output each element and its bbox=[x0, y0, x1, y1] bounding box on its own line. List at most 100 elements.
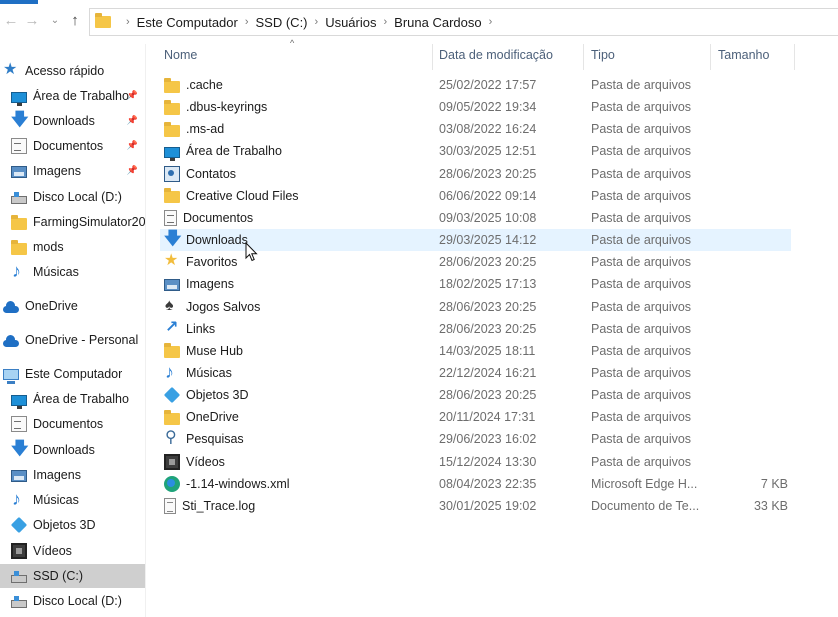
sidebar-item[interactable]: SSD (C:) bbox=[0, 564, 145, 588]
file-name: Contatos bbox=[186, 166, 237, 181]
mouse-cursor-icon bbox=[245, 242, 258, 262]
breadcrumb-ssd[interactable]: SSD (C:) bbox=[256, 15, 308, 30]
chevron-right-icon[interactable]: › bbox=[245, 16, 249, 28]
file-type: Pasta de arquivos bbox=[591, 100, 692, 115]
file-name-cell: Objetos 3D bbox=[163, 384, 249, 406]
file-type: Pasta de arquivos bbox=[591, 233, 692, 248]
column-divider[interactable] bbox=[432, 44, 433, 70]
sidebar-item-label: Vídeos bbox=[33, 544, 72, 558]
column-divider[interactable] bbox=[583, 44, 584, 70]
file-type: Microsoft Edge H... bbox=[591, 476, 698, 491]
file-type: Pasta de arquivos bbox=[591, 122, 692, 137]
sidebar-item[interactable]: Área de Trabalho 📌 bbox=[0, 84, 145, 108]
sidebar-item[interactable]: Imagens 📌 bbox=[0, 159, 145, 183]
file-row[interactable]: Objetos 3D 28/06/2023 20:25 Pasta de arqui… bbox=[160, 384, 791, 406]
chevron-right-icon[interactable]: › bbox=[489, 16, 493, 28]
sidebar-item[interactable]: Objetos 3D bbox=[0, 513, 145, 537]
sidebar-item[interactable]: Downloads 📌 bbox=[0, 109, 145, 133]
file-row[interactable]: Pesquisas 29/06/2023 16:02 Pasta de arquiv… bbox=[160, 428, 791, 450]
address-bar[interactable]: › Este Computador › SSD (C:) › Usuários … bbox=[89, 8, 838, 36]
file-row[interactable]: Creative Cloud Files 06/06/2022 09:14 Past… bbox=[160, 185, 791, 207]
sidebar-item[interactable]: Este Computador bbox=[0, 362, 145, 386]
file-row[interactable]: Área de Trabalho 30/03/2025 12:51 Pasta de… bbox=[160, 140, 791, 162]
file-date: 18/02/2025 17:13 bbox=[439, 277, 537, 292]
file-row[interactable]: Imagens 18/02/2025 17:13 Pasta de arquivos bbox=[160, 273, 791, 295]
file-date: 25/02/2022 17:57 bbox=[439, 78, 537, 92]
back-arrow-icon[interactable]: ← bbox=[2, 12, 20, 30]
recent-locations-chevron-icon[interactable]: ⌄ bbox=[46, 12, 64, 30]
folder-icon bbox=[164, 409, 180, 425]
column-name[interactable]: Nome bbox=[160, 44, 197, 66]
images-icon bbox=[11, 166, 27, 178]
file-row[interactable]: Vídeos 15/12/2024 13:30 Pasta de arquivos bbox=[160, 451, 791, 473]
sidebar-item[interactable]: FarmingSimulator20 bbox=[0, 210, 145, 234]
file-date: 29/06/2023 16:02 bbox=[439, 432, 537, 447]
column-date-modified[interactable]: Data de modificação bbox=[435, 44, 553, 66]
breadcrumb-usuarios[interactable]: Usuários bbox=[325, 15, 376, 30]
chevron-right-icon[interactable]: › bbox=[315, 16, 319, 28]
breadcrumb-user-folder[interactable]: Bruna Cardoso bbox=[394, 15, 481, 30]
up-arrow-icon[interactable]: ↑ bbox=[66, 12, 84, 30]
sidebar-item[interactable]: Vídeos bbox=[0, 539, 145, 563]
column-divider[interactable] bbox=[794, 44, 795, 70]
sidebar-item[interactable]: Músicas bbox=[0, 488, 145, 512]
file-size: 33 KB bbox=[753, 498, 788, 513]
column-divider[interactable] bbox=[710, 44, 711, 70]
sidebar-item[interactable]: OneDrive bbox=[0, 294, 145, 318]
file-name: .dbus-keyrings bbox=[186, 100, 268, 115]
forward-arrow-icon[interactable]: → bbox=[23, 12, 41, 30]
folder-icon bbox=[11, 239, 27, 255]
sidebar-item[interactable]: OneDrive - Personal bbox=[0, 328, 145, 352]
file-name: Área de Trabalho bbox=[186, 144, 282, 159]
file-date: 15/12/2024 13:30 bbox=[439, 454, 537, 469]
desktop-icon bbox=[11, 394, 27, 409]
file-row[interactable]: .dbus-keyrings 09/05/2022 19:34 Pasta de a… bbox=[160, 96, 791, 118]
sidebar-item-label: Este Computador bbox=[25, 367, 123, 381]
file-name-cell: .cache bbox=[164, 74, 223, 96]
file-type: Pasta de arquivos bbox=[591, 321, 692, 336]
file-date: 28/06/2023 20:25 bbox=[439, 299, 537, 314]
file-date: 14/03/2025 18:11 bbox=[439, 343, 536, 358]
saved-games-icon bbox=[164, 296, 180, 316]
file-row[interactable]: Sti_Trace.log 30/01/2025 19:02 Documento d… bbox=[160, 495, 791, 517]
star-icon bbox=[3, 60, 19, 80]
column-size[interactable]: Tamanho bbox=[714, 44, 769, 66]
chevron-right-icon[interactable]: › bbox=[383, 16, 387, 28]
file-row[interactable]: Documentos 09/03/2025 10:08 Pasta de arqui… bbox=[160, 207, 791, 229]
file-row[interactable]: -1.14-windows.xml 08/04/2023 22:35 Microso… bbox=[160, 473, 791, 495]
file-date: 06/06/2022 09:14 bbox=[439, 188, 537, 203]
sidebar-item[interactable]: Disco Local (D:) bbox=[0, 589, 145, 613]
column-type[interactable]: Tipo bbox=[587, 44, 615, 66]
file-row[interactable]: .ms-ad 03/08/2022 16:24 Pasta de arquivos bbox=[160, 118, 791, 140]
download-icon bbox=[164, 229, 181, 249]
file-name-cell: Contatos bbox=[164, 163, 236, 185]
breadcrumb-este-computador[interactable]: Este Computador bbox=[137, 15, 238, 30]
sidebar-item[interactable]: Acesso rápido bbox=[0, 59, 145, 83]
sidebar-item[interactable]: Documentos bbox=[0, 412, 145, 436]
file-type: Pasta de arquivos bbox=[591, 188, 692, 203]
sidebar-item[interactable]: Área de Trabalho bbox=[0, 387, 145, 411]
sidebar-item[interactable]: Documentos 📌 bbox=[0, 134, 145, 158]
sidebar-item-label: OneDrive - Personal bbox=[25, 333, 139, 347]
file-row[interactable]: Muse Hub 14/03/2025 18:11 Pasta de arquivo… bbox=[160, 340, 791, 362]
file-type: Pasta de arquivos bbox=[591, 365, 692, 380]
file-row[interactable]: Contatos 28/06/2023 20:25 Pasta de arquivo… bbox=[160, 163, 791, 185]
file-name: Sti_Trace.log bbox=[182, 498, 256, 513]
file-date: 28/06/2023 20:25 bbox=[439, 321, 537, 336]
file-type: Pasta de arquivos bbox=[591, 166, 692, 181]
file-name: Links bbox=[186, 321, 216, 336]
file-row[interactable]: Jogos Salvos 28/06/2023 20:25 Pasta de arq… bbox=[160, 296, 791, 318]
file-row[interactable]: .cache 25/02/2022 17:57 Pasta de arquivos bbox=[160, 74, 791, 96]
sidebar-item[interactable]: Músicas bbox=[0, 260, 145, 284]
file-row[interactable]: Músicas 22/12/2024 16:21 Pasta de arquivos bbox=[160, 361, 791, 384]
file-row[interactable]: Links 28/06/2023 20:25 Pasta de arquivos bbox=[160, 318, 791, 340]
folder-icon bbox=[11, 214, 27, 230]
sidebar-item[interactable]: mods bbox=[0, 235, 145, 259]
file-name: Objetos 3D bbox=[186, 388, 249, 403]
folder-icon bbox=[164, 188, 180, 204]
sidebar-item[interactable]: Imagens bbox=[0, 463, 145, 487]
file-row[interactable]: OneDrive 20/11/2024 17:31 Pasta de arquivo… bbox=[160, 406, 791, 428]
sidebar-item-label: Imagens bbox=[33, 164, 81, 178]
sidebar-item[interactable]: Disco Local (D:) bbox=[0, 185, 145, 209]
sidebar-item[interactable]: Downloads bbox=[0, 438, 145, 462]
